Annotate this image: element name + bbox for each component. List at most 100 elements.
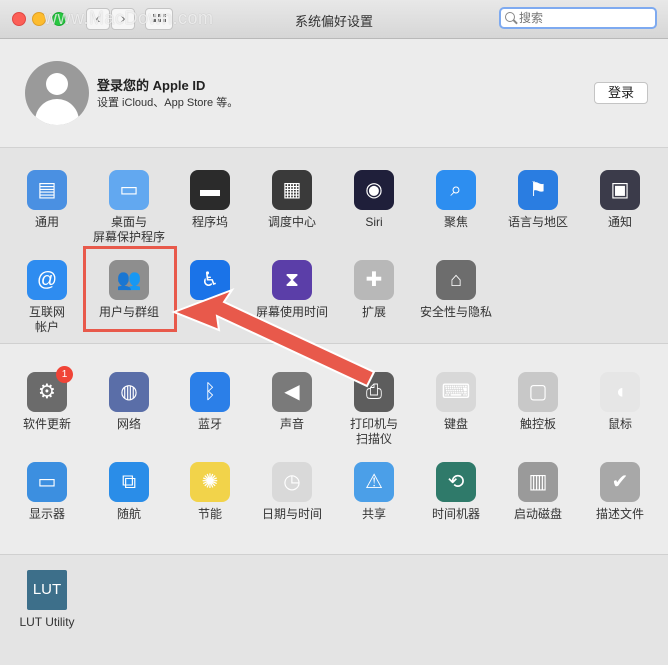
pref-pane-label: 描述文件 — [595, 507, 644, 521]
pref-pane-label: 蓝牙 — [197, 417, 222, 431]
search-field[interactable] — [499, 7, 657, 29]
pref-pane-label: 日期与时间 — [261, 507, 322, 521]
pref-pane-security[interactable]: ⌂ 安全性与隐私 — [415, 260, 497, 320]
pref-pane-label: 屏幕使用时间 — [255, 305, 328, 319]
keyboard-icon: ⌨ — [436, 372, 476, 412]
pref-pane-printer[interactable]: ⎙ 打印机与 扫描仪 — [333, 372, 415, 447]
pref-pane-label: 通用 — [34, 215, 59, 229]
pref-pane-label: 随航 — [116, 507, 141, 521]
pref-pane-label: 触控板 — [519, 417, 556, 431]
date-time-icon: ◷ — [272, 462, 312, 502]
pref-pane-keyboard[interactable]: ⌨ 键盘 — [415, 372, 497, 432]
pref-pane-internet-accounts[interactable]: @ 互联网 帐户 — [6, 260, 88, 335]
update-count-badge: 1 — [56, 366, 73, 383]
pref-pane-startup-disk[interactable]: ▥ 启动磁盘 — [497, 462, 579, 522]
pref-pane-label: 程序坞 — [191, 215, 228, 229]
sound-icon: ◀ — [272, 372, 312, 412]
software-update-icon: ⚙ 1 — [27, 366, 73, 412]
trackpad-icon: ▢ — [518, 372, 558, 412]
pref-pane-trackpad[interactable]: ▢ 触控板 — [497, 372, 579, 432]
network-icon: ◍ — [109, 372, 149, 412]
pref-pane-label: 辅助 — [197, 305, 222, 319]
pref-pane-sound[interactable]: ◀ 声音 — [251, 372, 333, 432]
pref-pane-lut-utility[interactable]: LUT LUT Utility — [6, 570, 88, 630]
pref-pane-label: 显示器 — [28, 507, 65, 521]
pref-pane-desktop[interactable]: ▭ 桌面与 屏幕保护程序 — [88, 170, 170, 245]
apple-id-subtitle: 设置 iCloud、App Store 等。 — [97, 97, 239, 109]
pref-pane-label: 安全性与隐私 — [419, 305, 492, 319]
pref-pane-notifications[interactable]: ▣ 通知 — [579, 170, 661, 230]
internet-accounts-icon: @ — [27, 260, 67, 300]
pref-pane-label: 键盘 — [443, 417, 468, 431]
bluetooth-icon: ᛒ — [190, 372, 230, 412]
pref-pane-label: Siri — [365, 215, 383, 229]
security-icon: ⌂ — [436, 260, 476, 300]
pref-pane-label: 节能 — [197, 507, 222, 521]
preferences-section-3 — [0, 555, 668, 665]
sidecar-icon: ⧉ — [109, 462, 149, 502]
highlight-box — [83, 246, 177, 332]
pref-pane-general[interactable]: ▤ 通用 — [6, 170, 88, 230]
pref-pane-accessibility[interactable]: ♿ 辅助 — [169, 260, 251, 320]
desktop-icon: ▭ — [109, 170, 149, 210]
profiles-icon: ✔ — [600, 462, 640, 502]
pref-pane-mouse[interactable]: ◖ 鼠标 — [579, 372, 661, 432]
general-icon: ▤ — [27, 170, 67, 210]
apple-id-section: 登录您的 Apple ID 设置 iCloud、App Store 等。 登录 — [0, 39, 668, 148]
pref-pane-extensions[interactable]: ✚ 扩展 — [333, 260, 415, 320]
pref-pane-label: 语言与地区 — [507, 215, 568, 229]
pref-pane-label: 桌面与 屏幕保护程序 — [92, 215, 165, 244]
extensions-icon: ✚ — [354, 260, 394, 300]
mouse-icon: ◖ — [600, 372, 640, 412]
spotlight-icon: ⌕ — [436, 170, 476, 210]
pref-pane-display[interactable]: ▭ 显示器 — [6, 462, 88, 522]
sharing-icon: ⚠ — [354, 462, 394, 502]
pref-pane-label: 扩展 — [361, 305, 386, 319]
pref-pane-language[interactable]: ⚑ 语言与地区 — [497, 170, 579, 230]
pref-pane-label: 互联网 帐户 — [28, 305, 65, 334]
pref-pane-label: 共享 — [361, 507, 386, 521]
pref-pane-time-machine[interactable]: ⟲ 时间机器 — [415, 462, 497, 522]
time-machine-icon: ⟲ — [436, 462, 476, 502]
pref-pane-label: 启动磁盘 — [513, 507, 562, 521]
energy-saver-icon: ✺ — [190, 462, 230, 502]
pref-pane-siri[interactable]: ◉ Siri — [333, 170, 415, 230]
apple-id-title: 登录您的 Apple ID — [97, 78, 206, 93]
pref-pane-date-time[interactable]: ◷ 日期与时间 — [251, 462, 333, 522]
search-input[interactable] — [519, 11, 649, 25]
pref-pane-label: 通知 — [607, 215, 632, 229]
search-icon — [505, 12, 515, 22]
pref-pane-label: 打印机与 扫描仪 — [349, 417, 398, 446]
pref-pane-label: 网络 — [116, 417, 141, 431]
pref-pane-sharing[interactable]: ⚠ 共享 — [333, 462, 415, 522]
display-icon: ▭ — [27, 462, 67, 502]
pref-pane-label: 鼠标 — [607, 417, 632, 431]
pref-pane-label: 声音 — [279, 417, 304, 431]
pref-pane-mission-control[interactable]: ▦ 调度中心 — [251, 170, 333, 230]
pref-pane-label: LUT Utility — [19, 615, 75, 629]
pref-pane-network[interactable]: ◍ 网络 — [88, 372, 170, 432]
printer-icon: ⎙ — [354, 372, 394, 412]
pref-pane-energy-saver[interactable]: ✺ 节能 — [169, 462, 251, 522]
lut-utility-icon: LUT — [27, 570, 67, 610]
pref-pane-profiles[interactable]: ✔ 描述文件 — [579, 462, 661, 522]
pref-pane-software-update[interactable]: ⚙ 1 软件更新 — [6, 366, 88, 432]
pref-pane-sidecar[interactable]: ⧉ 随航 — [88, 462, 170, 522]
mission-control-icon: ▦ — [272, 170, 312, 210]
pref-pane-bluetooth[interactable]: ᛒ 蓝牙 — [169, 372, 251, 432]
siri-icon: ◉ — [354, 170, 394, 210]
pref-pane-dock[interactable]: ▬ 程序坞 — [169, 170, 251, 230]
pref-pane-spotlight[interactable]: ⌕ 聚焦 — [415, 170, 497, 230]
login-button[interactable]: 登录 — [594, 82, 648, 104]
pref-pane-label: 调度中心 — [267, 215, 316, 229]
startup-disk-icon: ▥ — [518, 462, 558, 502]
dock-icon: ▬ — [190, 170, 230, 210]
notifications-icon: ▣ — [600, 170, 640, 210]
pref-pane-label: 聚焦 — [443, 215, 468, 229]
pref-pane-screen-time[interactable]: ⧗ 屏幕使用时间 — [251, 260, 333, 320]
accessibility-icon: ♿ — [190, 260, 230, 300]
title-bar: ‹ › www.MacDown.com 系统偏好设置 — [0, 0, 668, 39]
screen-time-icon: ⧗ — [272, 260, 312, 300]
avatar-icon — [25, 61, 89, 125]
pref-pane-label: 软件更新 — [22, 417, 71, 431]
